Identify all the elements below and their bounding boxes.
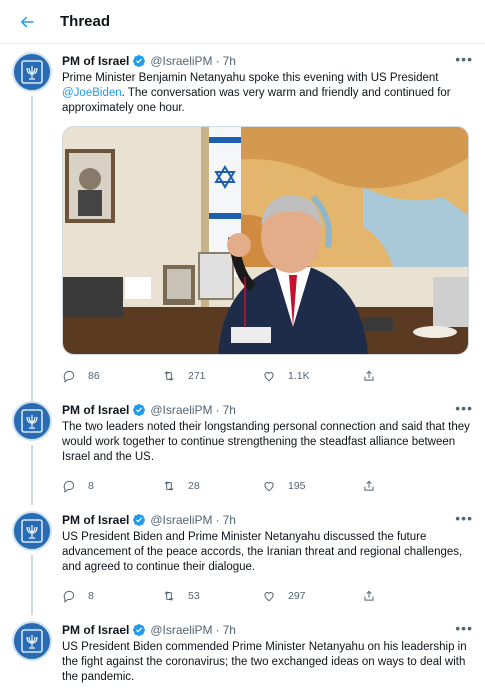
retweet-button[interactable]: 28 [162,479,262,493]
separator-dot: · [215,403,220,417]
more-icon[interactable]: ••• [455,511,473,527]
more-icon[interactable]: ••• [455,621,473,637]
avatar[interactable] [12,401,52,441]
thread-connector-line [31,96,33,426]
like-icon [264,592,274,602]
retweet-count: 53 [188,590,200,602]
author-name[interactable]: PM of Israel [62,623,129,637]
avatar-column [12,52,56,426]
menorah-emblem-icon [21,519,43,543]
like-icon [264,482,274,492]
share-icon [364,480,374,491]
tweet-text: US President Biden and Prime Minister Ne… [62,531,463,573]
retweet-count: 271 [188,370,206,382]
reply-icon [63,480,75,493]
page-title: Thread [60,13,111,30]
menorah-emblem-icon [21,409,43,433]
tweet[interactable]: PM of Israel @IsraeliPM · 7h ••• Prime M… [0,44,485,426]
photo-illustration [63,127,468,354]
author-handle[interactable]: @IsraeliPM [150,54,212,68]
tweet[interactable]: PM of Israel @IsraeliPM · 7h ••• The two… [0,393,485,505]
tweet[interactable]: PM of Israel @IsraeliPM · 7h ••• US Pres… [0,503,485,615]
author-name[interactable]: PM of Israel [62,403,129,417]
like-button[interactable]: 297 [262,589,362,603]
reply-button[interactable]: 8 [62,479,162,493]
more-icon[interactable]: ••• [455,401,473,417]
back-arrow-icon[interactable] [14,9,40,35]
like-button[interactable]: 195 [262,479,362,493]
share-icon [364,590,374,601]
tweet-time[interactable]: 7h [223,513,236,527]
tweet-actions: 8 28 195 [62,469,473,503]
reply-button[interactable]: 8 [62,589,162,603]
more-icon[interactable]: ••• [455,52,473,68]
thread-header: Thread [0,0,485,44]
tweet-time[interactable]: 7h [223,623,236,637]
author-handle[interactable]: @IsraeliPM [150,513,212,527]
retweet-icon [164,371,174,381]
tweet-actions: 8 53 297 [62,579,473,613]
menorah-emblem-icon [21,629,43,653]
avatar[interactable] [12,621,52,661]
author-name[interactable]: PM of Israel [62,54,129,68]
reply-count: 8 [88,590,94,602]
reply-count: 86 [88,370,100,382]
retweet-icon [164,591,174,601]
thread-connector-line [31,555,33,615]
share-button[interactable] [362,369,376,383]
share-icon [364,370,374,381]
avatar-column [12,621,56,692]
thread-connector-line [31,445,33,505]
tweet-text-part: Prime Minister Benjamin Netanyahu spoke … [62,72,439,84]
avatar[interactable] [12,52,52,92]
like-button[interactable]: 1.1K [262,369,362,383]
verified-badge-icon [132,403,146,417]
reply-icon [63,590,75,603]
share-button[interactable] [362,589,376,603]
mention-link[interactable]: @JoeBiden [62,87,122,99]
tweet[interactable]: PM of Israel @IsraeliPM · 7h ••• US Pres… [0,613,485,692]
tweet-text: Prime Minister Benjamin Netanyahu spoke … [62,71,473,116]
like-count: 1.1K [288,370,310,382]
like-count: 195 [288,480,306,492]
tweet-time[interactable]: 7h [223,54,236,68]
avatar[interactable] [12,511,52,551]
tweet-time[interactable]: 7h [223,403,236,417]
separator-dot: · [215,623,220,637]
separator-dot: · [215,54,220,68]
retweet-button[interactable]: 271 [162,369,262,383]
tweet-actions: 86 271 1.1K [62,359,473,393]
verified-badge-icon [132,54,146,68]
retweet-button[interactable]: 53 [162,589,262,603]
separator-dot: · [215,513,220,527]
verified-badge-icon [132,513,146,527]
tweet-text: The two leaders noted their longstanding… [62,421,470,463]
avatar-column [12,401,56,505]
reply-icon [63,370,75,383]
menorah-emblem-icon [21,60,43,84]
tweet-photo[interactable] [62,126,469,355]
avatar-column [12,511,56,615]
like-count: 297 [288,590,306,602]
share-button[interactable] [362,479,376,493]
author-handle[interactable]: @IsraeliPM [150,623,212,637]
verified-badge-icon [132,623,146,637]
tweet-text: US President Biden commended Prime Minis… [62,641,467,683]
like-icon [264,372,274,382]
retweet-count: 28 [188,480,200,492]
author-handle[interactable]: @IsraeliPM [150,403,212,417]
reply-button[interactable]: 86 [62,369,162,383]
author-name[interactable]: PM of Israel [62,513,129,527]
retweet-icon [164,481,174,491]
reply-count: 8 [88,480,94,492]
